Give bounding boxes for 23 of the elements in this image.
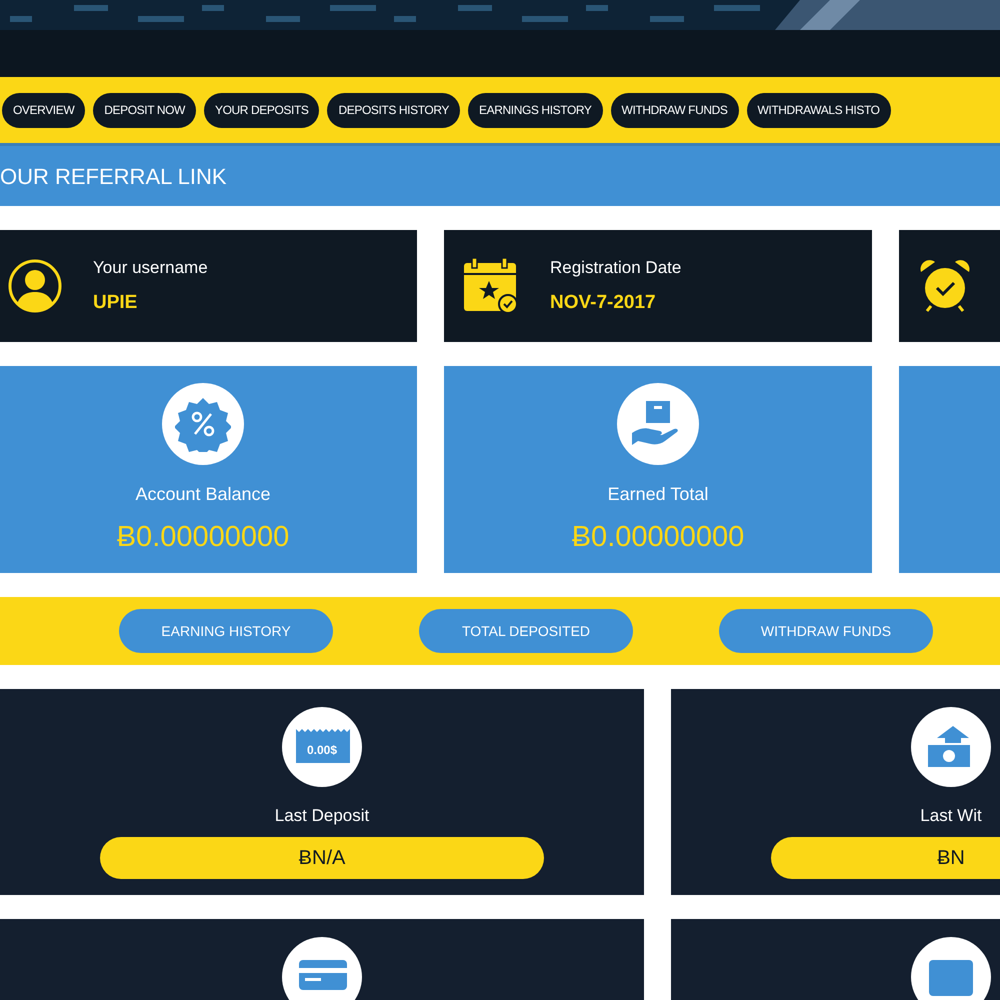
percent-badge-icon bbox=[175, 396, 231, 452]
info-value: UPIE bbox=[93, 290, 138, 314]
user-icon bbox=[7, 258, 63, 314]
amount-pill: ɃN/A bbox=[100, 836, 544, 878]
balance-label: Earned Total bbox=[608, 483, 708, 506]
balance-label: Account Balance bbox=[135, 483, 271, 506]
nav-tab[interactable]: EARNINGS HISTORY bbox=[468, 92, 603, 128]
nav-tab[interactable]: OVERVIEW bbox=[2, 92, 86, 128]
nav-tab[interactable]: YOUR DEPOSITS bbox=[204, 92, 320, 128]
info-label: Registration Date bbox=[550, 257, 682, 279]
info-label: Your username bbox=[93, 257, 208, 279]
balance-amount: Ƀ0.00000000 bbox=[116, 520, 290, 555]
section-title: OUR REFERRAL LINK bbox=[0, 162, 227, 190]
stat-label: Last Wit bbox=[919, 805, 983, 827]
receipt-amount: 0.00$ bbox=[306, 743, 338, 757]
info-value: NOV-7-2017 bbox=[550, 290, 657, 314]
amount-pill: ɃN bbox=[771, 836, 1000, 878]
nav-tab[interactable]: DEPOSITS HISTORY bbox=[327, 92, 460, 128]
nav-tab[interactable]: WITHDRAW FUNDS bbox=[610, 92, 738, 128]
stat-label: Last Deposit bbox=[274, 805, 370, 827]
nav-tab[interactable]: DEPOSIT NOW bbox=[93, 92, 196, 128]
balance-amount: Ƀ0.00000000 bbox=[572, 520, 744, 555]
nav-tab[interactable]: WITHDRAWALS HISTO bbox=[746, 92, 891, 128]
